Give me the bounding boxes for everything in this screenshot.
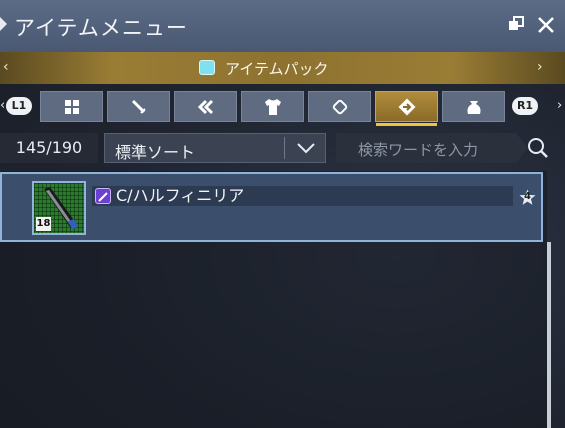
search-placeholder: 検索ワードを入力 — [358, 141, 479, 159]
arrow-diamond-icon — [398, 98, 415, 115]
tab-weapons[interactable] — [107, 91, 170, 122]
sort-divider — [284, 137, 285, 159]
inventory-count: 145/190 — [0, 133, 98, 163]
sword-icon — [131, 99, 146, 114]
rarity-star-icon: 4 — [519, 189, 536, 206]
category-bar: ‹ アイテムパック › — [0, 52, 565, 84]
double-chevron-icon — [197, 99, 213, 114]
category-prev-icon[interactable]: ‹ — [3, 59, 9, 75]
sort-dropdown[interactable]: 標準ソート — [104, 133, 326, 163]
l1-button[interactable]: L1 — [6, 97, 32, 115]
restore-icon[interactable] — [505, 14, 527, 36]
item-badge: 18 — [36, 217, 51, 231]
filter-tabs: ‹ L1 R1 › — [0, 91, 565, 126]
search-icon[interactable] — [526, 136, 550, 160]
tab-consumables[interactable] — [308, 91, 371, 122]
tab-all[interactable] — [40, 91, 103, 122]
tab-costume[interactable] — [241, 91, 304, 122]
tab-bag[interactable] — [442, 91, 505, 122]
title-arrow-icon — [0, 17, 7, 31]
tabs-next-icon[interactable]: › — [557, 98, 562, 113]
r1-button[interactable]: R1 — [512, 97, 538, 115]
item-thumbnail: 18 — [32, 181, 86, 235]
tab-other[interactable] — [375, 91, 438, 126]
unit-type-icon — [95, 188, 111, 204]
search-field[interactable]: 検索ワードを入力 — [336, 133, 565, 163]
tabs-prev-icon[interactable]: ‹ — [0, 98, 5, 113]
tab-units[interactable] — [174, 91, 237, 122]
search-input[interactable]: 検索ワードを入力 — [336, 133, 516, 163]
item-name: C/ハルフィニリア — [116, 186, 245, 205]
scrollbar[interactable] — [547, 242, 551, 428]
title-bar: アイテムメニュー — [0, 0, 565, 53]
rarity-value: 4 — [524, 191, 531, 202]
category-label: アイテムパック — [225, 60, 329, 78]
grid-icon — [64, 99, 79, 114]
chevron-down-icon — [297, 143, 315, 154]
shirt-icon — [264, 98, 281, 115]
window-title: アイテムメニュー — [14, 16, 188, 40]
sort-selected: 標準ソート — [115, 143, 196, 162]
category-next-icon[interactable]: › — [537, 59, 543, 75]
item-pack-icon — [199, 60, 215, 75]
bag-icon — [467, 100, 480, 114]
close-icon[interactable] — [535, 14, 557, 36]
tag-icon — [332, 99, 347, 114]
